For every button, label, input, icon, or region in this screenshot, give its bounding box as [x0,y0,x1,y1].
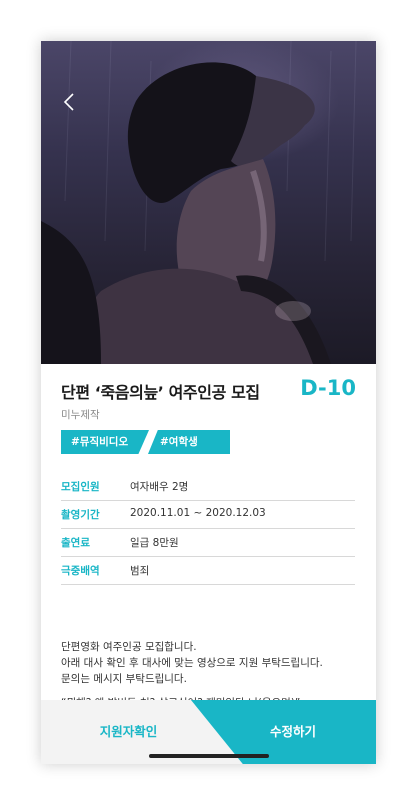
info-label: 모집인원 [61,481,100,493]
chevron-left-icon [63,93,74,111]
producer-name: 미누제작 [61,409,100,421]
info-row-pay: 출연료 일급 8만원 [61,529,355,557]
phone-screen: 단편 ‘죽음의늪’ 여주인공 모집 D-10 미누제작 #뮤직비디오 #여학생 … [41,41,376,764]
info-label: 극중배역 [61,565,100,577]
description-line: 아래 대사 확인 후 대사에 맞는 영상으로 지원 부탁드립니다. [61,657,323,669]
description-line: 단편영화 여주인공 모집합니다. [61,641,197,653]
info-label: 출연료 [61,537,90,549]
dday-badge: D-10 [300,376,356,400]
tag-music-video[interactable]: #뮤직비디오 [61,430,149,454]
info-label: 촬영기간 [61,509,100,521]
title-row: 단편 ‘죽음의늪’ 여주인공 모집 D-10 [61,376,356,405]
info-table: 모집인원 여자배우 2명 촬영기간 2020.11.01 ~ 2020.12.0… [61,473,355,585]
info-value: 2020.11.01 ~ 2020.12.03 [130,507,266,519]
hero-image [41,41,376,364]
hero-photo-illustration [41,41,357,364]
info-row-period: 촬영기간 2020.11.01 ~ 2020.12.03 [61,501,355,529]
info-row-recruit: 모집인원 여자배우 2명 [61,473,355,501]
info-value: 일급 8만원 [130,537,179,549]
tag-student[interactable]: #여학생 [148,430,230,454]
info-row-role: 극중배역 범죄 [61,557,355,585]
home-indicator [149,754,269,758]
back-button[interactable] [59,91,81,113]
description-line: 문의는 메시지 부탁드립니다. [61,673,187,685]
edit-button-label: 수정하기 [270,724,317,739]
post-title: 단편 ‘죽음의늪’ 여주인공 모집 [61,383,260,402]
description: 단편영화 여주인공 모집합니다. 아래 대사 확인 후 대사에 맞는 영상으로 … [61,639,361,687]
info-value: 범죄 [130,565,150,577]
info-value: 여자배우 2명 [130,481,189,493]
